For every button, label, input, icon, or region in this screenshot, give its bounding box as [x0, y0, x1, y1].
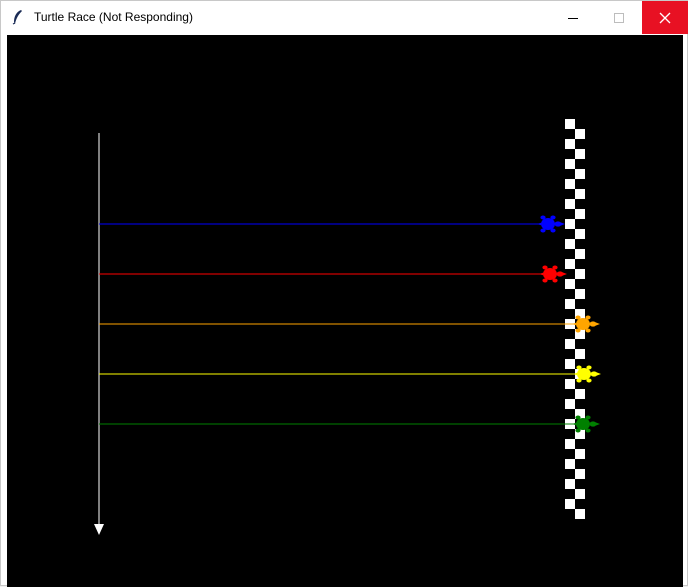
finish-square — [575, 389, 585, 399]
finish-square — [575, 449, 585, 459]
feather-icon — [12, 10, 22, 25]
finish-square — [575, 489, 585, 499]
finish-square — [565, 499, 575, 509]
finish-square — [575, 509, 585, 519]
turtle-yellow-icon — [573, 365, 601, 383]
close-icon — [659, 12, 671, 23]
finish-square — [565, 339, 575, 349]
finish-square — [575, 149, 585, 159]
turtle-green-icon — [572, 415, 600, 433]
title-bar[interactable]: Turtle Race (Not Responding) — [1, 1, 688, 34]
finish-square — [565, 379, 575, 389]
turtle-orange-icon — [572, 315, 600, 333]
finish-square — [565, 179, 575, 189]
close-button[interactable] — [642, 1, 688, 34]
app-window: Turtle Race (Not Responding) — [0, 0, 688, 587]
finish-square — [565, 439, 575, 449]
finish-square — [565, 479, 575, 489]
finish-square — [575, 229, 585, 239]
finish-square — [565, 259, 575, 269]
finish-square — [565, 119, 575, 129]
finish-square — [565, 399, 575, 409]
finish-square — [565, 459, 575, 469]
finish-square — [575, 289, 585, 299]
finish-square — [565, 279, 575, 289]
race-drawing — [94, 119, 601, 535]
finish-square — [575, 469, 585, 479]
turtle-red-icon — [539, 265, 567, 283]
finish-square — [575, 169, 585, 179]
finish-square — [565, 199, 575, 209]
finish-square — [565, 299, 575, 309]
finish-square — [575, 269, 585, 279]
finish-square — [575, 349, 585, 359]
finish-square — [565, 139, 575, 149]
finish-square — [565, 239, 575, 249]
finish-square — [575, 249, 585, 259]
turtle-blue-icon — [537, 215, 565, 233]
finish-square — [575, 209, 585, 219]
turtle-canvas[interactable] — [7, 35, 683, 587]
minimize-button[interactable] — [550, 1, 596, 34]
lanes — [99, 215, 601, 433]
finish-square — [565, 359, 575, 369]
maximize-icon — [614, 12, 624, 23]
finish-square — [575, 129, 585, 139]
window-title: Turtle Race (Not Responding) — [34, 10, 193, 24]
start-line-arrow-icon — [94, 524, 104, 535]
finish-square — [565, 159, 575, 169]
maximize-button[interactable] — [596, 1, 642, 34]
finish-square — [575, 189, 585, 199]
minimize-icon — [568, 17, 578, 19]
finish-square — [565, 219, 575, 229]
